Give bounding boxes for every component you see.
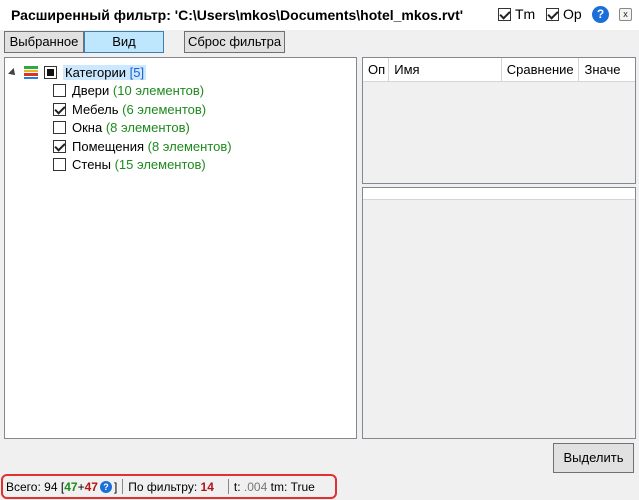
op-label: Op [563,6,582,22]
category-tree[interactable]: Категории [5] Двери (10 элементов) Мебель… [4,57,357,439]
categories-icon [24,66,38,79]
tree-root-label: Категории [5] [63,65,147,80]
root-tristate-checkbox[interactable] [44,66,57,79]
details-header [363,188,635,200]
green-count: 47 [64,479,78,494]
tree-item-count: (15 элементов) [114,157,206,172]
column-comparison[interactable]: Сравнение [502,58,580,82]
details-panel [362,187,636,439]
tree-item-checkbox[interactable] [53,102,66,116]
tree-item[interactable]: Помещения (8 элементов) [53,139,232,154]
tm-option[interactable]: Tm [498,6,535,22]
tree-item-label: Помещения [72,138,145,154]
time-value: .004 [243,479,268,494]
close-icon[interactable]: x [619,8,632,21]
bracket-close: ] [113,479,118,494]
tm-status-label: tm: [270,479,288,494]
filter-grid[interactable]: Оп Имя Сравнение Значе [362,57,636,184]
op-checkbox[interactable] [546,7,559,21]
status-help-icon[interactable]: ? [99,480,112,493]
tm-status-value: True [290,479,315,494]
filter-label: По фильтру: [128,479,198,494]
tree-item-checkbox[interactable] [53,139,66,153]
filter-value: 14 [200,479,214,494]
tm-checkbox[interactable] [498,7,511,21]
view-button[interactable]: Вид [84,31,164,53]
status-separator [227,479,229,494]
expand-arrow-icon[interactable] [8,67,18,78]
reset-filter-button[interactable]: Сброс фильтра [184,31,285,53]
window-title: Расширенный фильтр: 'C:\Users\mkos\Docum… [11,7,464,23]
red-count: 47 [84,479,98,494]
tree-item-label: Мебель [72,101,119,117]
root-label-text: Категории [65,65,126,80]
status-bar: Всего: 94 [ 47 + 47 ? ] По фильтру: 14 t… [1,474,337,499]
select-elements-button[interactable]: Выделить [553,443,634,473]
total-label: Всего: [6,479,41,494]
tree-item-checkbox[interactable] [53,121,66,134]
tree-item-label: Стены [72,157,111,172]
title-bar: Расширенный фильтр: 'C:\Users\mkos\Docum… [0,0,639,30]
time-label: t: [233,479,241,494]
tree-item-count: (6 элементов) [122,101,207,117]
tree-item-count: (8 элементов) [147,138,232,154]
tree-item-label: Окна [72,120,103,135]
column-value[interactable]: Значе [579,58,635,82]
tree-item-label: Двери [72,83,110,98]
total-value: 94 [44,479,58,494]
op-option[interactable]: Op [546,6,582,22]
tree-item-checkbox[interactable] [53,84,66,97]
tree-item-checkbox[interactable] [53,158,66,171]
tree-item-count: (8 элементов) [105,120,190,135]
selected-button[interactable]: Выбранное [4,31,84,53]
tree-root[interactable]: Категории [5] [8,65,147,80]
grid-header: Оп Имя Сравнение Значе [363,58,635,82]
status-separator [122,479,124,494]
tree-item[interactable]: Стены (15 элементов) [53,157,206,172]
tree-item[interactable]: Двери (10 элементов) [53,83,204,98]
column-op[interactable]: Оп [363,58,390,82]
help-icon[interactable]: ? [592,6,609,23]
tree-item[interactable]: Окна (8 элементов) [53,120,190,135]
tree-item[interactable]: Мебель (6 элементов) [53,102,206,117]
tree-item-count: (10 элементов) [112,83,205,98]
column-name[interactable]: Имя [389,58,502,82]
root-count: [5] [129,65,145,80]
grid-body [363,82,635,183]
tm-label: Tm [515,6,536,22]
plus-sign: + [77,479,85,494]
